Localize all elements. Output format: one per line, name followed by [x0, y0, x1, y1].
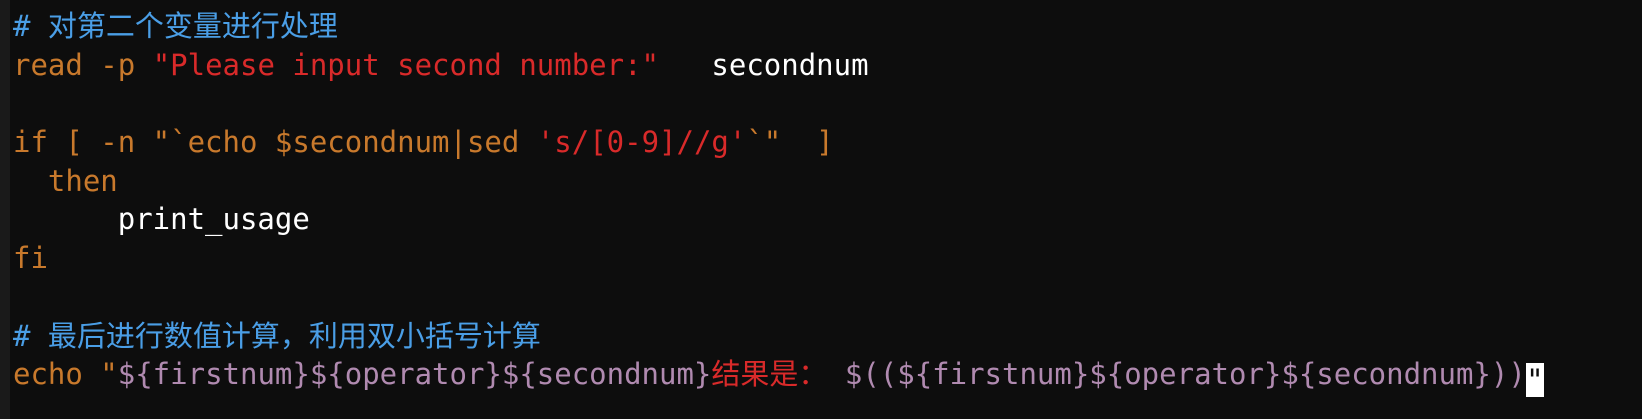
code-token-comment: # 对第二个变量进行处理: [13, 9, 338, 43]
code-line[interactable]: fi: [13, 239, 1544, 278]
code-token-default: print_usage: [13, 202, 310, 237]
code-token-variable: $((${firstnum}${operator}${secondnum})): [844, 357, 1526, 392]
code-token-keyword: read -p: [13, 47, 153, 82]
code-token-comment: # 最后进行数值计算，利用双小括号计算: [13, 318, 541, 353]
code-token-keyword: $secondnum: [274, 125, 450, 160]
code-line[interactable]: print_usage: [13, 200, 1544, 239]
text-cursor: ": [1525, 363, 1544, 398]
code-token-keyword: |sed: [449, 125, 537, 160]
code-token-variable: ${firstnum}${operator}${secondnum}: [117, 357, 712, 392]
code-token-default: secondnum: [659, 47, 869, 82]
code-token-string: 结果是：: [711, 357, 828, 392]
code-token-string: "Please input second number:": [152, 47, 660, 82]
code-line[interactable]: # 对第二个变量进行处理: [13, 7, 1544, 46]
code-line[interactable]: echo "${firstnum}${operator}${secondnum}…: [13, 355, 1544, 398]
code-token-keyword: if [ -n "`echo: [13, 125, 275, 160]
code-token-keyword: fi: [13, 241, 48, 276]
code-line[interactable]: # 最后进行数值计算，利用双小括号计算: [13, 317, 1544, 356]
code-token-keyword: echo ": [13, 357, 118, 392]
code-token-keyword: `" ]: [746, 125, 834, 160]
code-line[interactable]: if [ -n "`echo $secondnum|sed 's/[0-9]//…: [13, 123, 1544, 162]
code-line[interactable]: read -p "Please input second number:" se…: [13, 46, 1544, 85]
code-editor[interactable]: # 对第二个变量进行处理 read -p "Please input second…: [13, 7, 1544, 398]
code-line[interactable]: then: [13, 162, 1544, 201]
code-token-string: 's/[0-9]//g': [536, 125, 747, 160]
code-line[interactable]: [13, 84, 1544, 123]
terminal-window: # 对第二个变量进行处理 read -p "Please input second…: [0, 0, 1642, 419]
code-line[interactable]: [13, 278, 1544, 317]
code-token-keyword: then: [13, 163, 118, 198]
code-token-default: [827, 357, 844, 391]
left-margin: [0, 0, 10, 419]
